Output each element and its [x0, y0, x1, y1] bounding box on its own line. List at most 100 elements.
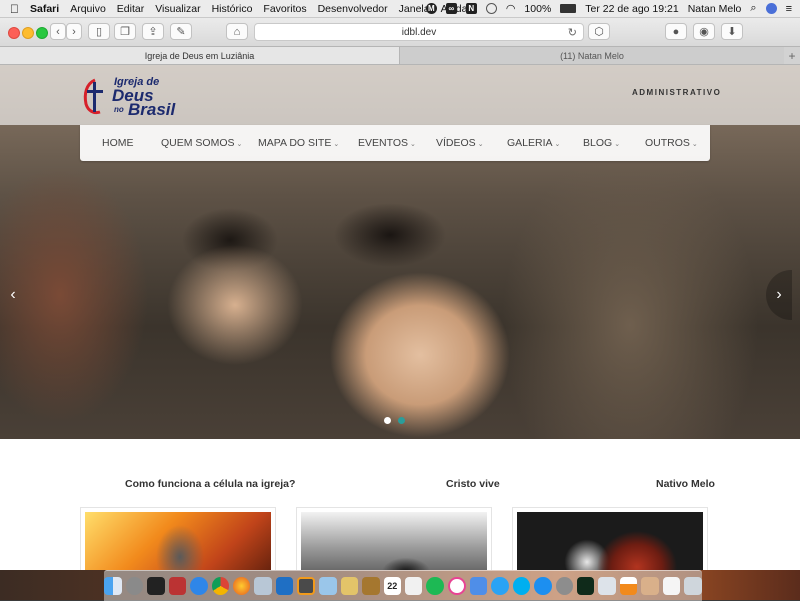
zoom-window-button[interactable] — [36, 27, 48, 39]
chevron-down-icon: ⌄ — [614, 141, 621, 148]
section-title-celula[interactable]: Como funciona a célula na igreja? — [125, 478, 295, 490]
menu-historico[interactable]: Histórico — [212, 3, 253, 15]
app-menu[interactable]: Safari — [30, 3, 59, 15]
vscode-icon[interactable] — [275, 577, 294, 595]
tab-title: (11) Natan Melo — [560, 50, 624, 61]
wifi-icon[interactable]: ◠ — [506, 2, 516, 15]
chevron-left-icon: ‹ — [56, 25, 60, 38]
section-title-nativo-melo[interactable]: Nativo Melo — [656, 478, 715, 490]
nav-blog[interactable]: BLOG ⌄ — [583, 137, 620, 149]
plus-icon: + — [788, 48, 796, 63]
site-logo[interactable]: Igreja de Deus no Brasil — [78, 72, 188, 120]
nav-galeria[interactable]: GALERIA ⌄ — [507, 137, 560, 149]
nav-label: QUEM SOMOS — [161, 137, 235, 149]
sidebar-button[interactable]: ▯ — [88, 23, 110, 40]
document-icon[interactable] — [662, 577, 681, 595]
vlc-icon[interactable] — [619, 577, 638, 595]
sidebar-icon: ▯ — [95, 26, 103, 38]
launchpad-icon[interactable] — [125, 577, 144, 595]
firefox-icon[interactable] — [233, 577, 251, 595]
address-bar[interactable]: idbl.dev ↻ — [254, 23, 584, 41]
spotify-icon[interactable] — [426, 577, 444, 595]
home-button[interactable]: ⌂ — [226, 23, 248, 40]
close-window-button[interactable] — [8, 27, 20, 39]
forward-button[interactable]: › — [66, 23, 82, 40]
tab-natan[interactable]: (11) Natan Melo — [400, 47, 784, 64]
itunes-icon[interactable] — [447, 577, 466, 595]
app-store-icon[interactable] — [534, 577, 552, 595]
admin-link[interactable]: ADMINISTRATIVO — [632, 88, 721, 97]
status-n-icon[interactable]: N — [465, 3, 477, 14]
nav-label: MAPA DO SITE — [258, 137, 332, 149]
nav-outros[interactable]: OUTROS ⌄ — [645, 137, 698, 149]
sublime-icon[interactable] — [297, 577, 316, 595]
macos-menu-bar:  Safari Arquivo Editar Visualizar Histó… — [0, 0, 800, 18]
chat-icon[interactable] — [491, 577, 509, 595]
new-tab-button[interactable]: + — [784, 47, 800, 64]
extension-shield-button[interactable]: ⬡ — [588, 23, 610, 40]
notification-center-icon[interactable]: ≡ — [786, 3, 792, 15]
minimize-window-button[interactable] — [22, 27, 34, 39]
edit-button[interactable]: ✎ — [170, 23, 192, 40]
battery-icon[interactable] — [560, 4, 577, 13]
finder-icon[interactable] — [104, 577, 122, 595]
nav-label: EVENTOS — [358, 137, 408, 149]
preview-icon[interactable] — [598, 577, 616, 595]
reload-icon[interactable]: ↻ — [568, 26, 577, 39]
main-nav: HOME QUEM SOMOS ⌄ MAPA DO SITE ⌄ EVENTOS ⌄ … — [80, 125, 710, 161]
downloads-button[interactable]: ⬇ — [721, 23, 743, 40]
tab-overview-button[interactable]: ❐ — [114, 23, 136, 40]
terminal-icon[interactable] — [147, 577, 165, 595]
menu-desenvolvedor[interactable]: Desenvolvedor — [318, 3, 388, 15]
apple-menu-icon[interactable]:  — [10, 2, 19, 16]
extension-2-button[interactable]: ◉ — [693, 23, 715, 40]
section-title-cristo-vive[interactable]: Cristo vive — [446, 478, 500, 490]
menu-arquivo[interactable]: Arquivo — [70, 3, 106, 15]
chevron-down-icon: ⌄ — [477, 141, 484, 148]
menu-visualizar[interactable]: Visualizar — [155, 3, 200, 15]
tab-igreja[interactable]: Igreja de Deus em Luziânia — [0, 47, 400, 64]
home-icon: ⌂ — [233, 25, 241, 38]
safari-toolbar: ‹ › ▯ ❐ ⇪ ✎ ⌂ idbl.dev ↻ ⬡ ● ◉ ⬇ — [0, 18, 800, 47]
slider-dot-1[interactable] — [384, 417, 391, 424]
chrome-icon[interactable] — [211, 577, 229, 595]
nav-mapa-do-site[interactable]: MAPA DO SITE ⌄ — [258, 137, 339, 149]
photo-booth-icon[interactable] — [168, 577, 187, 595]
clock[interactable]: Ter 22 de ago 19:21 — [585, 3, 678, 15]
chevron-down-icon: ⌄ — [333, 141, 340, 148]
cube-icon[interactable] — [319, 577, 337, 595]
status-m-icon[interactable]: M — [425, 3, 437, 14]
nav-videos[interactable]: VÍDEOS ⌄ — [436, 137, 484, 149]
safari-icon[interactable] — [190, 577, 208, 595]
status-circle-icon[interactable] — [485, 3, 497, 14]
chevron-down-icon: ⌄ — [554, 141, 561, 148]
nav-eventos[interactable]: EVENTOS ⌄ — [358, 137, 416, 149]
tab-title: Igreja de Deus em Luziânia — [144, 50, 255, 61]
list-icon[interactable] — [405, 577, 423, 595]
siri-icon[interactable] — [765, 3, 777, 14]
nav-quem-somos[interactable]: QUEM SOMOS ⌄ — [161, 137, 242, 149]
user-name[interactable]: Natan Melo — [688, 3, 742, 15]
logo-line-4: Brasil — [128, 100, 176, 119]
preferences-icon[interactable] — [555, 577, 573, 595]
menu-editar[interactable]: Editar — [117, 3, 144, 15]
share-button[interactable]: ⇪ — [142, 23, 164, 40]
database-icon[interactable] — [340, 577, 359, 595]
back-button[interactable]: ‹ — [50, 23, 66, 40]
photos-icon[interactable] — [641, 577, 659, 595]
extension-1-button[interactable]: ● — [665, 23, 687, 40]
slider-dot-2[interactable] — [398, 417, 405, 424]
calendar-icon[interactable]: 22 — [383, 577, 401, 595]
activity-icon[interactable] — [577, 577, 595, 595]
music-icon[interactable] — [469, 577, 488, 595]
elephant-icon[interactable] — [254, 577, 272, 595]
menu-favoritos[interactable]: Favoritos — [263, 3, 306, 15]
notes-icon[interactable] — [362, 577, 380, 595]
spotlight-search-icon[interactable]: ⌕ — [750, 2, 756, 15]
trash-icon[interactable] — [684, 577, 702, 595]
slider-prev-button[interactable]: ‹ — [0, 270, 26, 320]
slider-next-button[interactable]: › — [766, 270, 792, 320]
status-link-icon[interactable]: ∞ — [445, 3, 457, 14]
nav-home[interactable]: HOME — [102, 137, 134, 149]
skype-icon[interactable] — [512, 577, 531, 595]
